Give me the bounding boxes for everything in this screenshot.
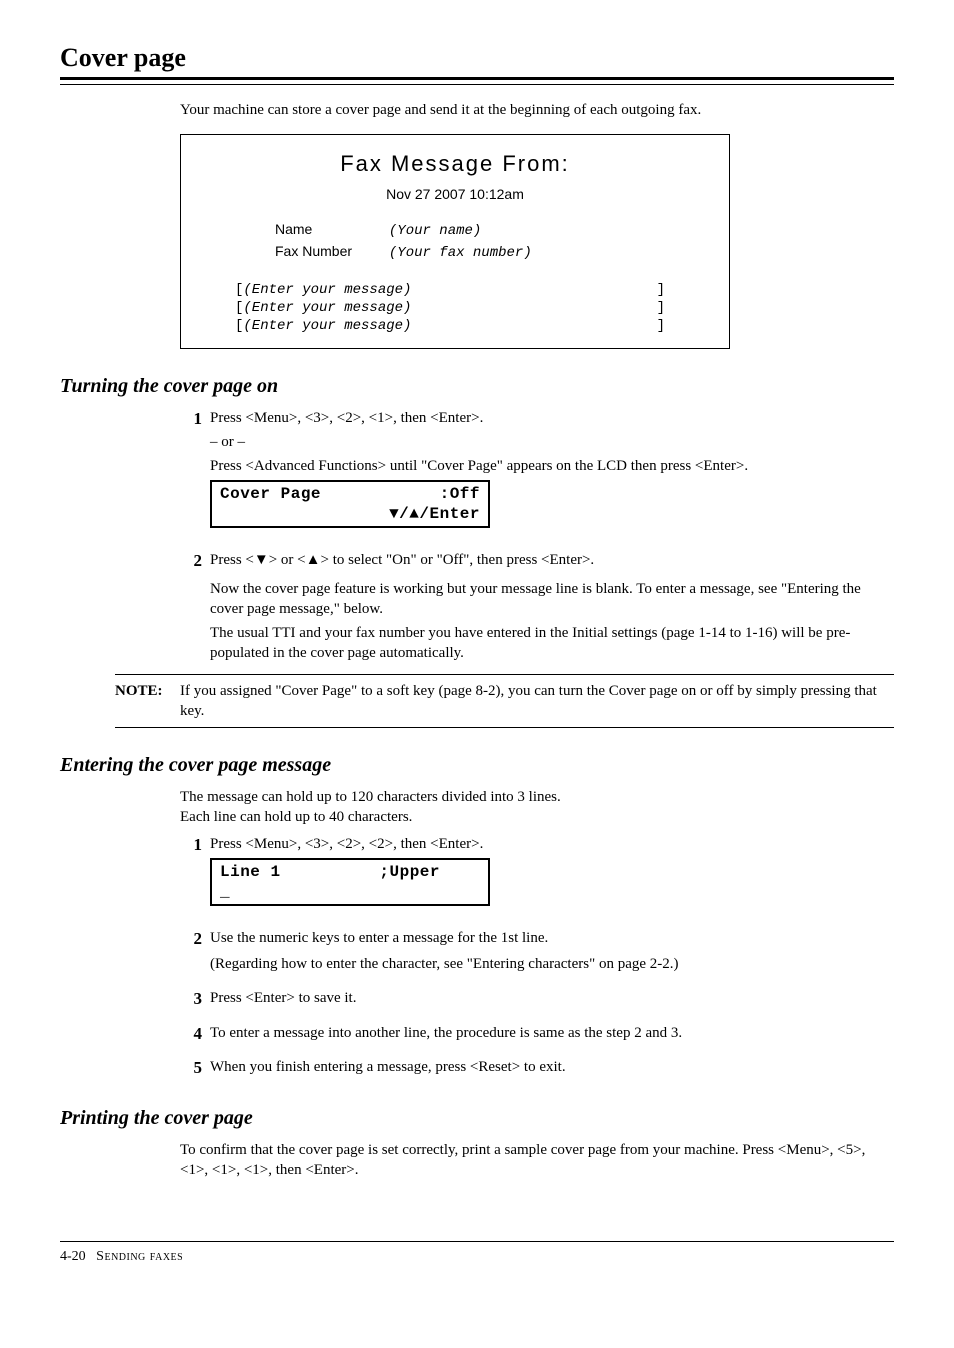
step-text: Press <Menu>, <3>, <2>, <2>, then <Enter… (210, 834, 894, 854)
fax-number-value: (Your fax number) (389, 245, 532, 261)
page-footer: 4-20 Sending faxes (60, 1241, 894, 1267)
lcd-text: ;Upper (379, 862, 440, 882)
lcd-text: ▼/▲/Enter (389, 504, 480, 524)
step-text: Use the numeric keys to enter a message … (210, 928, 894, 948)
fax-msg-text: (Enter your message) (243, 282, 411, 298)
chapter-name: Sending faxes (96, 1249, 183, 1264)
lcd-text: :Off (440, 484, 480, 504)
fax-name-label: Name (275, 220, 385, 240)
step-text: (Regarding how to enter the character, s… (210, 954, 894, 974)
lcd-display: Line 1 ;Upper _ (210, 858, 490, 906)
fax-name-value: (Your name) (389, 223, 481, 239)
fax-msg-line: [(Enter your message)] (235, 281, 665, 299)
step-number: 2 (180, 928, 202, 951)
step-number: 5 (180, 1057, 202, 1080)
body-text: To confirm that the cover page is set co… (180, 1140, 894, 1181)
step-number: 4 (180, 1023, 202, 1046)
body-text: Each line can hold up to 40 characters. (180, 807, 894, 827)
lcd-text: Cover Page (220, 484, 321, 504)
note-label: NOTE: (115, 681, 180, 722)
fax-sample-box: Fax Message From: Nov 27 2007 10:12am Na… (180, 134, 730, 348)
fax-date: Nov 27 2007 10:12am (205, 185, 705, 204)
fax-msg-text: (Enter your message) (243, 300, 411, 316)
step-text: Press <Menu>, <3>, <2>, <1>, then <Enter… (210, 408, 894, 428)
subsection-turning-on: Turning the cover page on (60, 373, 894, 400)
subsection-entering-message: Entering the cover page message (60, 752, 894, 779)
fax-msg-text: (Enter your message) (243, 318, 411, 334)
fax-number-label: Fax Number (275, 242, 385, 262)
note-block: NOTE: If you assigned "Cover Page" to a … (115, 674, 894, 729)
step-number: 1 (180, 408, 202, 431)
page-title: Cover page (60, 40, 894, 75)
subsection-printing: Printing the cover page (60, 1105, 894, 1132)
page-number: 4-20 (60, 1249, 86, 1264)
step-number: 3 (180, 988, 202, 1011)
step-text: When you finish entering a message, pres… (210, 1057, 894, 1077)
note-body: If you assigned "Cover Page" to a soft k… (180, 681, 894, 722)
fax-msg-line: [(Enter your message)] (235, 317, 665, 335)
title-rule (60, 77, 894, 85)
body-text: The message can hold up to 120 character… (180, 787, 894, 807)
step-number: 1 (180, 834, 202, 857)
lcd-text: Line 1 (220, 862, 281, 882)
step-text: Now the cover page feature is working bu… (210, 579, 894, 620)
lcd-text: _ (220, 882, 230, 902)
step-number: 2 (180, 550, 202, 573)
step-text: – or – (210, 432, 894, 452)
fax-msg-line: [(Enter your message)] (235, 299, 665, 317)
intro-text: Your machine can store a cover page and … (180, 100, 894, 120)
step-text: The usual TTI and your fax number you ha… (210, 623, 894, 664)
step-text: Press <Enter> to save it. (210, 988, 894, 1008)
fax-heading: Fax Message From: (205, 149, 705, 179)
step-text: Press <▼> or <▲> to select "On" or "Off"… (210, 550, 894, 570)
fax-info: Name (Your name) Fax Number (Your fax nu… (275, 220, 705, 263)
step-text: To enter a message into another line, th… (210, 1023, 894, 1043)
step-text: Press <Advanced Functions> until "Cover … (210, 456, 894, 476)
lcd-display: Cover Page :Off ▼/▲/Enter (210, 480, 490, 528)
